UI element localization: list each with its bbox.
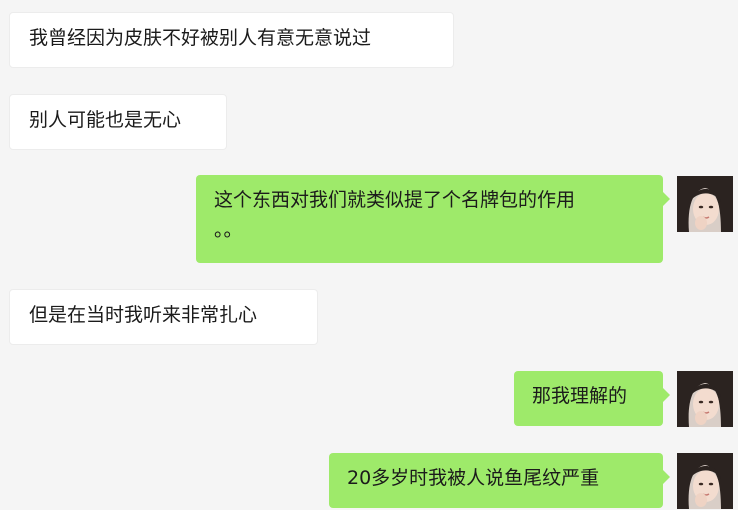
avatar[interactable] xyxy=(677,453,733,509)
chat-message-list: 我曾经因为皮肤不好被别人有意无意说过 别人可能也是无心 这个东西对我们就类似提了… xyxy=(0,0,738,510)
avatar-photo-icon xyxy=(677,176,733,232)
message-bubble-sent[interactable]: 20多岁时我被人说鱼尾纹严重 xyxy=(329,453,670,508)
message-text-line-1: 这个东西对我们就类似提了个名牌包的作用 xyxy=(214,189,576,211)
avatar-photo-icon xyxy=(677,371,733,427)
message-bubble-received[interactable]: 别人可能也是无心 xyxy=(9,94,227,150)
message-bubble-received[interactable]: 但是在当时我听来非常扎心 xyxy=(9,289,318,345)
message-text: 那我理解的 xyxy=(532,385,628,407)
message-text: 但是在当时我听来非常扎心 xyxy=(29,304,258,326)
avatar[interactable] xyxy=(677,371,733,427)
message-text-line-2: 。。 xyxy=(214,219,243,241)
message-bubble-sent[interactable]: 那我理解的 xyxy=(514,371,670,426)
message-bubble-received[interactable]: 我曾经因为皮肤不好被别人有意无意说过 xyxy=(9,12,454,68)
message-text: 我曾经因为皮肤不好被别人有意无意说过 xyxy=(29,27,372,49)
avatar-photo-icon xyxy=(677,453,733,509)
avatar[interactable] xyxy=(677,176,733,232)
message-bubble-sent[interactable]: 这个东西对我们就类似提了个名牌包的作用 。。 xyxy=(196,175,670,263)
message-text: 别人可能也是无心 xyxy=(29,109,182,131)
message-text: 20多岁时我被人说鱼尾纹严重 xyxy=(347,467,600,489)
